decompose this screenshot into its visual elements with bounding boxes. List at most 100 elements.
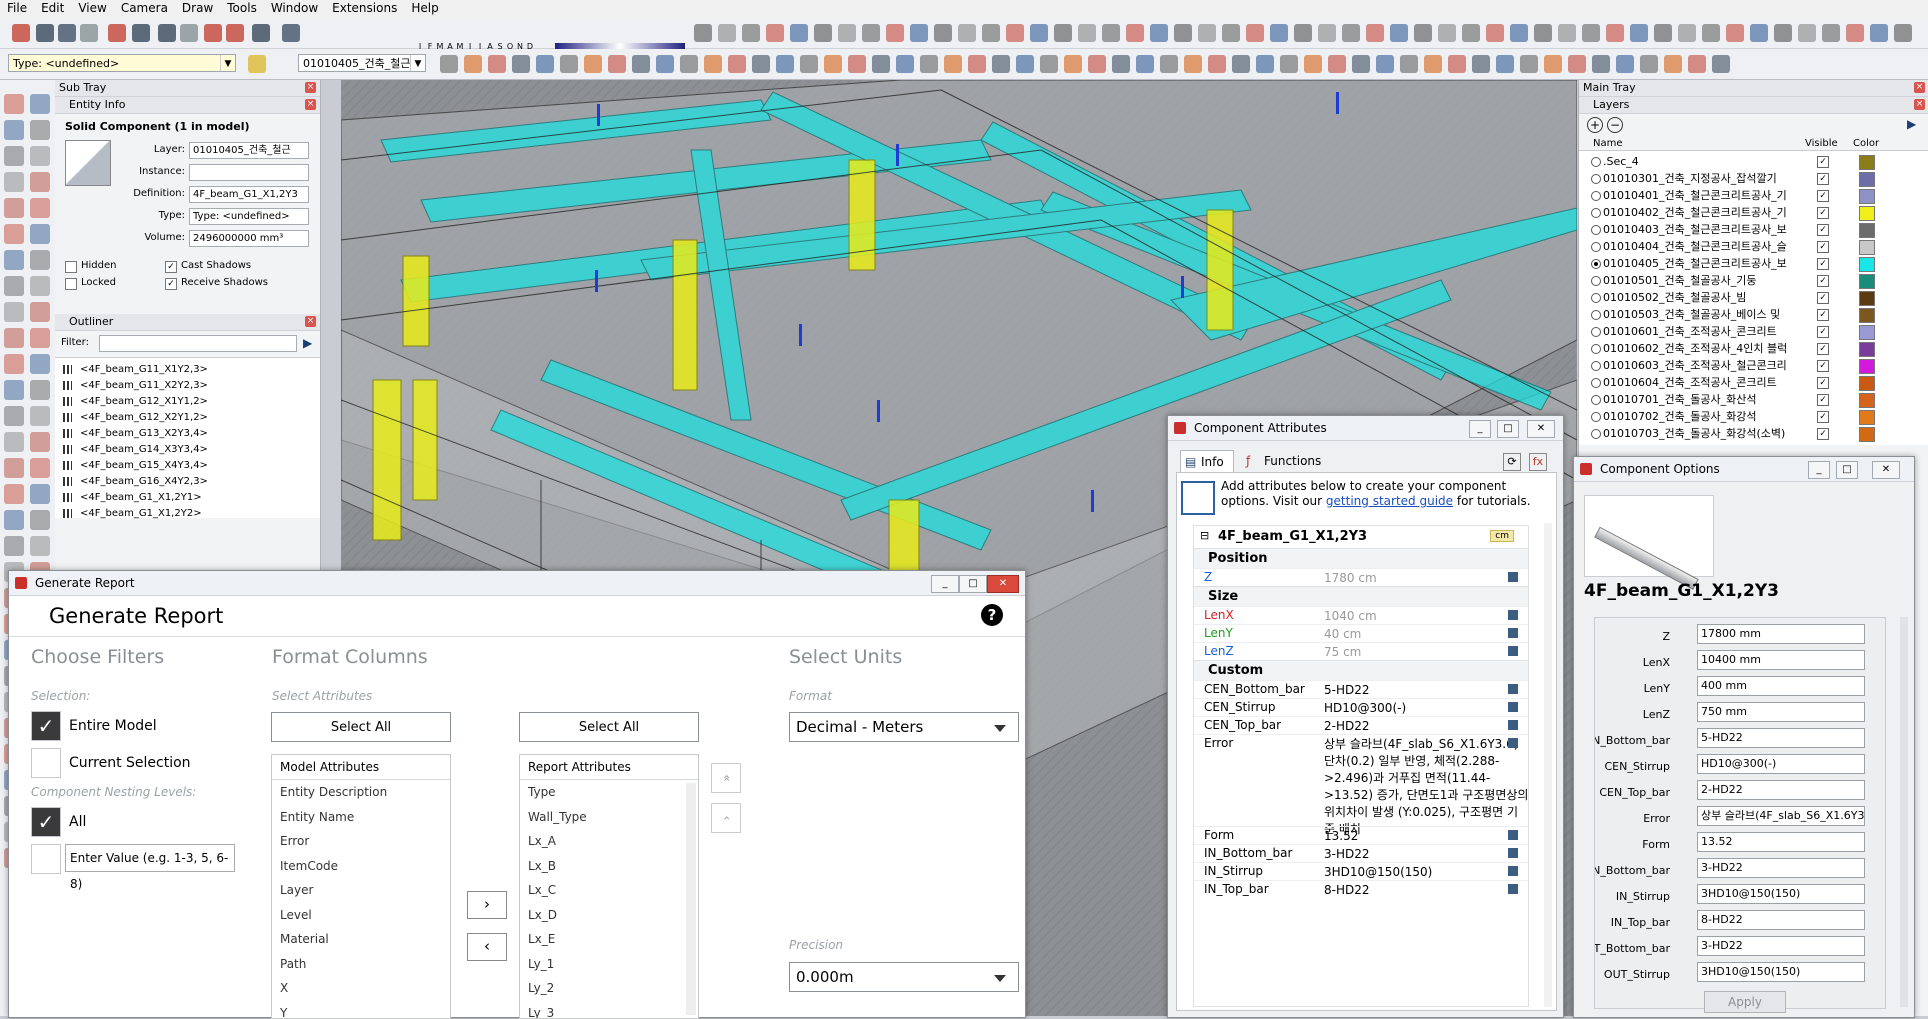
attribute-value[interactable]: 1780 cm (1324, 570, 1529, 587)
toolbar-icon[interactable] (608, 55, 626, 73)
layer-active-radio[interactable] (1591, 344, 1601, 354)
option-input[interactable]: 3-HD22 (1697, 936, 1865, 956)
layer-row[interactable]: 01010301_건축_지정공사_잡석깔기✓ (1579, 170, 1928, 187)
toolbar-icon[interactable] (1558, 24, 1576, 42)
options-scrollbar[interactable] (1900, 617, 1908, 1007)
close-icon[interactable]: × (305, 99, 316, 110)
toolbar-icon[interactable] (1222, 24, 1240, 42)
layer-row[interactable]: .Sec_4✓ (1579, 153, 1928, 170)
tool-icon[interactable] (4, 120, 24, 140)
toolbar-icon[interactable] (1510, 24, 1528, 42)
layer-visible-checkbox[interactable]: ✓ (1817, 173, 1829, 185)
move-right-button[interactable]: › (467, 891, 507, 919)
layer-active-radio[interactable] (1591, 395, 1601, 405)
layer-row[interactable]: 01010502_건축_철골공사_빔✓ (1579, 289, 1928, 306)
report-attribute-item[interactable]: Ly_1 (520, 952, 698, 977)
attribute-value[interactable]: 상부 슬라브(4F_slab_S6_X1.6Y3.6) 단차(0.2) 일부 반… (1324, 736, 1529, 838)
layer-active-radio[interactable] (1591, 174, 1601, 184)
layer-active-radio[interactable] (1591, 378, 1601, 388)
toolbar-icon[interactable] (12, 24, 30, 42)
layer-visible-checkbox[interactable]: ✓ (1817, 190, 1829, 202)
toolbar-icon[interactable] (1030, 24, 1048, 42)
tool-icon[interactable] (30, 120, 50, 140)
toolbar-icon[interactable] (1198, 24, 1216, 42)
attribute-value[interactable]: 5-HD22 (1324, 682, 1529, 699)
toolbar-icon[interactable] (1846, 24, 1864, 42)
attribute-options-icon[interactable] (1508, 884, 1518, 894)
tab-functions[interactable]: ƒ Functions (1242, 450, 1342, 472)
toolbar-icon[interactable] (1318, 24, 1336, 42)
outliner-item[interactable]: <4F_beam_G15_X4Y3,4> (63, 458, 208, 474)
toolbar-icon[interactable] (282, 24, 300, 42)
menu-help[interactable]: Help (404, 0, 445, 16)
move-top-button[interactable]: « (711, 763, 741, 793)
report-attribute-item[interactable]: Lx_C (520, 878, 698, 903)
attribute-value[interactable]: 40 cm (1324, 626, 1529, 643)
tool-icon[interactable] (4, 536, 24, 556)
toolbar-icon[interactable] (1616, 55, 1634, 73)
model-attribute-item[interactable]: Material (272, 927, 450, 952)
close-icon[interactable]: ✕ (1527, 420, 1555, 438)
layer-row[interactable]: 01010602_건축_조적공사_4인치 블럭✓ (1579, 340, 1928, 357)
attribute-options-icon[interactable] (1508, 628, 1518, 638)
toolbar-icon[interactable] (776, 55, 794, 73)
attribute-value[interactable]: 13.52 (1324, 828, 1529, 845)
toolbar-icon[interactable] (1486, 24, 1504, 42)
layer-active-radio[interactable] (1591, 225, 1601, 235)
tab-info[interactable]: ▤ Info (1180, 450, 1234, 472)
toolbar-icon[interactable] (1184, 55, 1202, 73)
report-attribute-item[interactable]: Lx_A (520, 829, 698, 854)
col-visible[interactable]: Visible (1805, 138, 1838, 149)
type-field[interactable]: Type: <undefined> (189, 208, 309, 225)
toolbar-icon[interactable] (1688, 55, 1706, 73)
attributes-scrollbar[interactable] (1544, 523, 1552, 1007)
type-combo[interactable]: Type: <undefined> ▼ (8, 54, 236, 72)
layer-visible-checkbox[interactable]: ✓ (1817, 394, 1829, 406)
toolbar-icon[interactable] (872, 55, 890, 73)
tool-icon[interactable] (4, 406, 24, 426)
close-icon[interactable]: ✕ (987, 575, 1019, 593)
attribute-value[interactable]: 2-HD22 (1324, 718, 1529, 735)
menu-window[interactable]: Window (264, 0, 325, 16)
toolbar-icon[interactable] (982, 24, 1000, 42)
layer-visible-checkbox[interactable]: ✓ (1817, 275, 1829, 287)
layer-row[interactable]: 01010402_건축_철근콘크리트공사_기✓ (1579, 204, 1928, 221)
toolbar-icon[interactable] (132, 24, 150, 42)
layer-active-radio[interactable] (1591, 310, 1601, 320)
option-input[interactable]: 8-HD22 (1697, 910, 1865, 930)
toolbar-icon[interactable] (1016, 55, 1034, 73)
attribute-value[interactable]: 75 cm (1324, 644, 1529, 661)
attribute-row[interactable]: CEN_StirrupHD10@300(-) (1194, 698, 1528, 717)
toolbar-icon[interactable] (1102, 24, 1120, 42)
attribute-options-icon[interactable] (1508, 738, 1518, 748)
tool-icon[interactable] (30, 302, 50, 322)
toolbar-icon[interactable] (1534, 24, 1552, 42)
toolbar-icon[interactable] (718, 24, 736, 42)
toolbar-icon[interactable] (1136, 55, 1154, 73)
toolbar-icon[interactable] (886, 24, 904, 42)
tool-icon[interactable] (4, 458, 24, 478)
option-input[interactable]: 2-HD22 (1697, 780, 1865, 800)
toolbar-icon[interactable] (704, 55, 722, 73)
toolbar-icon[interactable] (1006, 24, 1024, 42)
option-input[interactable]: 상부 슬라브(4F_slab_S6_X1.6Y3.6 (1697, 806, 1865, 826)
collapse-icon[interactable]: ⊟ (1200, 529, 1209, 542)
layer-field[interactable]: 01010405_건축_철근 (189, 142, 309, 159)
layer-visible-checkbox[interactable]: ✓ (1817, 224, 1829, 236)
tool-icon[interactable] (30, 172, 50, 192)
layer-color-swatch[interactable] (1859, 427, 1875, 442)
toolbar-icon[interactable] (1150, 24, 1168, 42)
layer-color-swatch[interactable] (1859, 274, 1875, 289)
toolbar-icon[interactable] (1054, 24, 1072, 42)
layer-visible-checkbox[interactable]: ✓ (1817, 360, 1829, 372)
layer-color-swatch[interactable] (1859, 206, 1875, 221)
model-attribute-item[interactable]: X (272, 976, 450, 1001)
toolbar-icon[interactable] (1400, 55, 1418, 73)
help-icon[interactable]: ? (981, 604, 1003, 626)
toolbar-icon[interactable] (920, 55, 938, 73)
report-attribute-item[interactable]: Lx_D (520, 903, 698, 928)
menu-file[interactable]: File (0, 0, 34, 16)
layer-visible-checkbox[interactable]: ✓ (1817, 292, 1829, 304)
outliner-item[interactable]: <4F_beam_G16_X4Y2,3> (63, 474, 208, 490)
report-attribute-item[interactable]: Wall_Type (520, 805, 698, 830)
